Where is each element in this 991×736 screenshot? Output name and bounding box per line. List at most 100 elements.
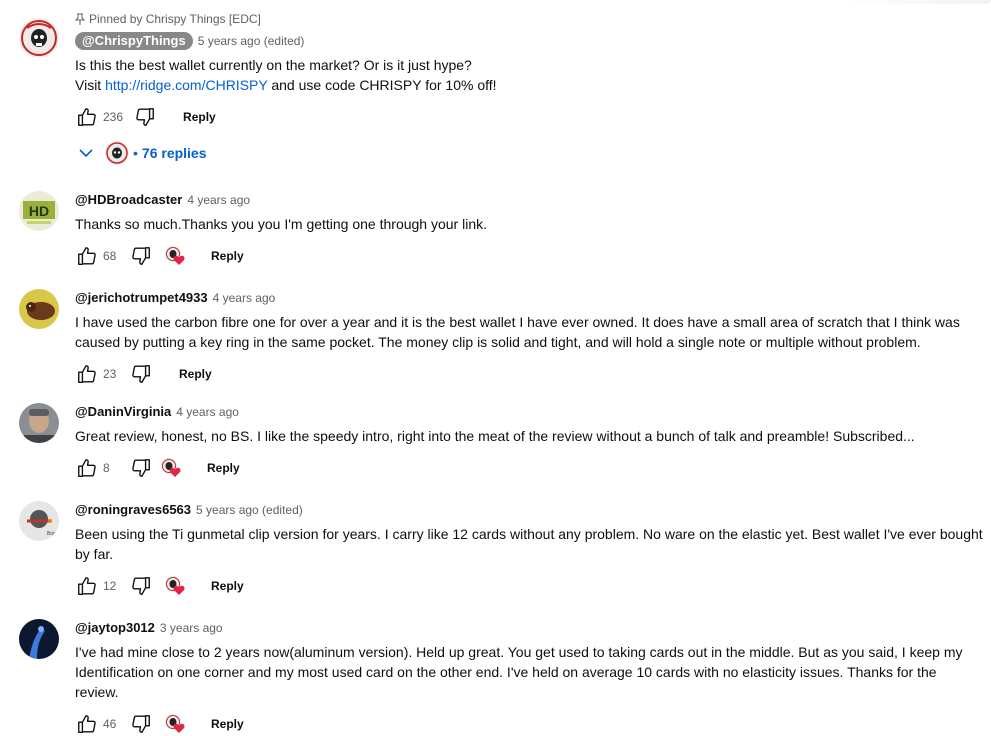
comment-body: @DaninVirginia 4 years ago Great review,… xyxy=(75,403,983,480)
creator-heart-badge xyxy=(165,245,187,267)
comment-actions: 12 Reply xyxy=(75,574,983,598)
author-name-badge[interactable]: @ChrispyThings xyxy=(75,32,193,50)
avatar-chrispy-icon[interactable] xyxy=(19,18,59,58)
pin-icon xyxy=(75,13,85,25)
heart-icon xyxy=(173,585,185,595)
promo-link[interactable]: http://ridge.com/CHRISPY xyxy=(105,77,267,93)
thumbs-up-icon xyxy=(78,365,96,383)
like-count: 46 xyxy=(103,717,117,731)
comment-body: @jerichotrumpet4933 4 years ago I have u… xyxy=(75,289,983,386)
comment-body: Pinned by Chrispy Things [EDC] @ChrispyT… xyxy=(75,12,983,165)
thumbs-down-icon xyxy=(132,577,150,595)
separator-dot: • xyxy=(133,145,138,161)
comment-text: Great review, honest, no BS. I like the … xyxy=(75,428,915,444)
comment-actions: 68 Reply xyxy=(75,244,983,268)
like-count: 8 xyxy=(103,461,110,475)
like-count: 23 xyxy=(103,367,117,381)
comment-text-suffix: and use code CHRISPY for 10% off! xyxy=(267,77,497,93)
thumbs-down-icon xyxy=(132,247,150,265)
like-count: 12 xyxy=(103,579,117,593)
comment-header: @ChrispyThings 5 years ago (edited) xyxy=(75,32,983,50)
comment-body: @roningraves6563 5 years ago (edited) Be… xyxy=(75,501,983,598)
reply-button[interactable]: Reply xyxy=(175,106,224,128)
comment-actions: 46 Reply xyxy=(75,712,983,736)
reply-button[interactable]: Reply xyxy=(199,457,248,479)
avatar-hd-icon[interactable]: HD xyxy=(19,191,59,231)
avatar-cigar-icon[interactable]: Bona xyxy=(19,501,59,541)
comment-header: @HDBroadcaster 4 years ago xyxy=(75,191,983,209)
chevron-down-icon xyxy=(79,149,93,158)
thumbs-up-icon xyxy=(78,715,96,733)
avatar-animal-icon[interactable] xyxy=(19,289,59,329)
comment-time[interactable]: 4 years ago xyxy=(213,289,276,307)
thumbs-down-icon xyxy=(132,459,150,477)
dislike-button[interactable] xyxy=(129,362,153,386)
like-button[interactable] xyxy=(75,362,99,386)
comment-header: @jaytop3012 3 years ago xyxy=(75,619,983,637)
author-name[interactable]: @HDBroadcaster xyxy=(75,191,182,209)
thumbs-up-icon xyxy=(78,108,96,126)
heart-icon xyxy=(173,255,185,265)
comment-body: @jaytop3012 3 years ago I've had mine cl… xyxy=(75,619,983,736)
comment-text: Is this the best wallet currently on the… xyxy=(75,55,983,95)
pinned-indicator: Pinned by Chrispy Things [EDC] xyxy=(75,12,983,26)
dislike-button[interactable] xyxy=(133,105,157,129)
comment-text: I've had mine close to 2 years now(alumi… xyxy=(75,644,967,700)
dislike-button[interactable] xyxy=(129,244,153,268)
comment-time[interactable]: 4 years ago xyxy=(176,403,239,421)
avatar-dark-figure-icon[interactable] xyxy=(19,619,59,659)
replies-count[interactable]: 76 replies xyxy=(142,145,207,161)
reply-button[interactable]: Reply xyxy=(203,575,252,597)
author-name[interactable]: @DaninVirginia xyxy=(75,403,171,421)
dislike-button[interactable] xyxy=(129,712,153,736)
author-name[interactable]: @jaytop3012 xyxy=(75,619,155,637)
pinned-label: Pinned by Chrispy Things [EDC] xyxy=(89,12,261,26)
like-button[interactable] xyxy=(75,712,99,736)
reply-button[interactable]: Reply xyxy=(203,713,252,735)
author-name[interactable]: @jerichotrumpet4933 xyxy=(75,289,208,307)
comment-text: Been using the Ti gunmetal clip version … xyxy=(75,526,987,562)
avatar-person-icon[interactable] xyxy=(19,403,59,443)
dislike-button[interactable] xyxy=(129,574,153,598)
creator-avatar-icon xyxy=(105,141,129,165)
like-button[interactable] xyxy=(75,244,99,268)
like-button[interactable] xyxy=(75,574,99,598)
comment-time[interactable]: 3 years ago xyxy=(160,619,223,637)
comment-actions: 8 Reply xyxy=(75,456,983,480)
reply-button[interactable]: Reply xyxy=(203,245,252,267)
view-replies-button[interactable]: • 76 replies xyxy=(77,141,983,165)
reply-button[interactable]: Reply xyxy=(171,363,220,385)
comment-time[interactable]: 4 years ago xyxy=(187,191,250,209)
comment-text: I have used the carbon fibre one for ove… xyxy=(75,314,964,350)
thumbs-down-icon xyxy=(132,365,150,383)
comment-actions: 23 Reply xyxy=(75,362,983,386)
comment-time[interactable]: 5 years ago (edited) xyxy=(198,32,305,50)
like-button[interactable] xyxy=(75,456,99,480)
top-overlay-shadow xyxy=(840,0,991,4)
comment-text-prefix: Visit xyxy=(75,77,106,93)
svg-text:Bona: Bona xyxy=(47,531,59,537)
comment-text: Thanks so much.Thanks you you I'm gettin… xyxy=(75,216,488,232)
creator-heart-badge xyxy=(165,575,187,597)
comment-time[interactable]: 5 years ago (edited) xyxy=(196,501,303,519)
thumbs-up-icon xyxy=(78,247,96,265)
comment-actions: 236 Reply xyxy=(75,105,983,129)
thumbs-up-icon xyxy=(78,459,96,477)
thumbs-up-icon xyxy=(78,577,96,595)
author-name[interactable]: @roningraves6563 xyxy=(75,501,191,519)
dislike-button[interactable] xyxy=(129,456,153,480)
thumbs-down-icon xyxy=(132,715,150,733)
comment-body: @HDBroadcaster 4 years ago Thanks so muc… xyxy=(75,191,983,268)
creator-heart-badge xyxy=(161,457,183,479)
comment-header: @DaninVirginia 4 years ago xyxy=(75,403,983,421)
creator-heart-badge xyxy=(165,713,187,735)
comment-header: @jerichotrumpet4933 4 years ago xyxy=(75,289,983,307)
like-count: 236 xyxy=(103,110,124,124)
comment-header: @roningraves6563 5 years ago (edited) xyxy=(75,501,983,519)
comment-text-line1: Is this the best wallet currently on the… xyxy=(75,57,472,73)
like-button[interactable] xyxy=(75,105,99,129)
heart-icon xyxy=(169,467,181,477)
like-count: 68 xyxy=(103,249,117,263)
heart-icon xyxy=(173,723,185,733)
thumbs-down-icon xyxy=(136,108,154,126)
